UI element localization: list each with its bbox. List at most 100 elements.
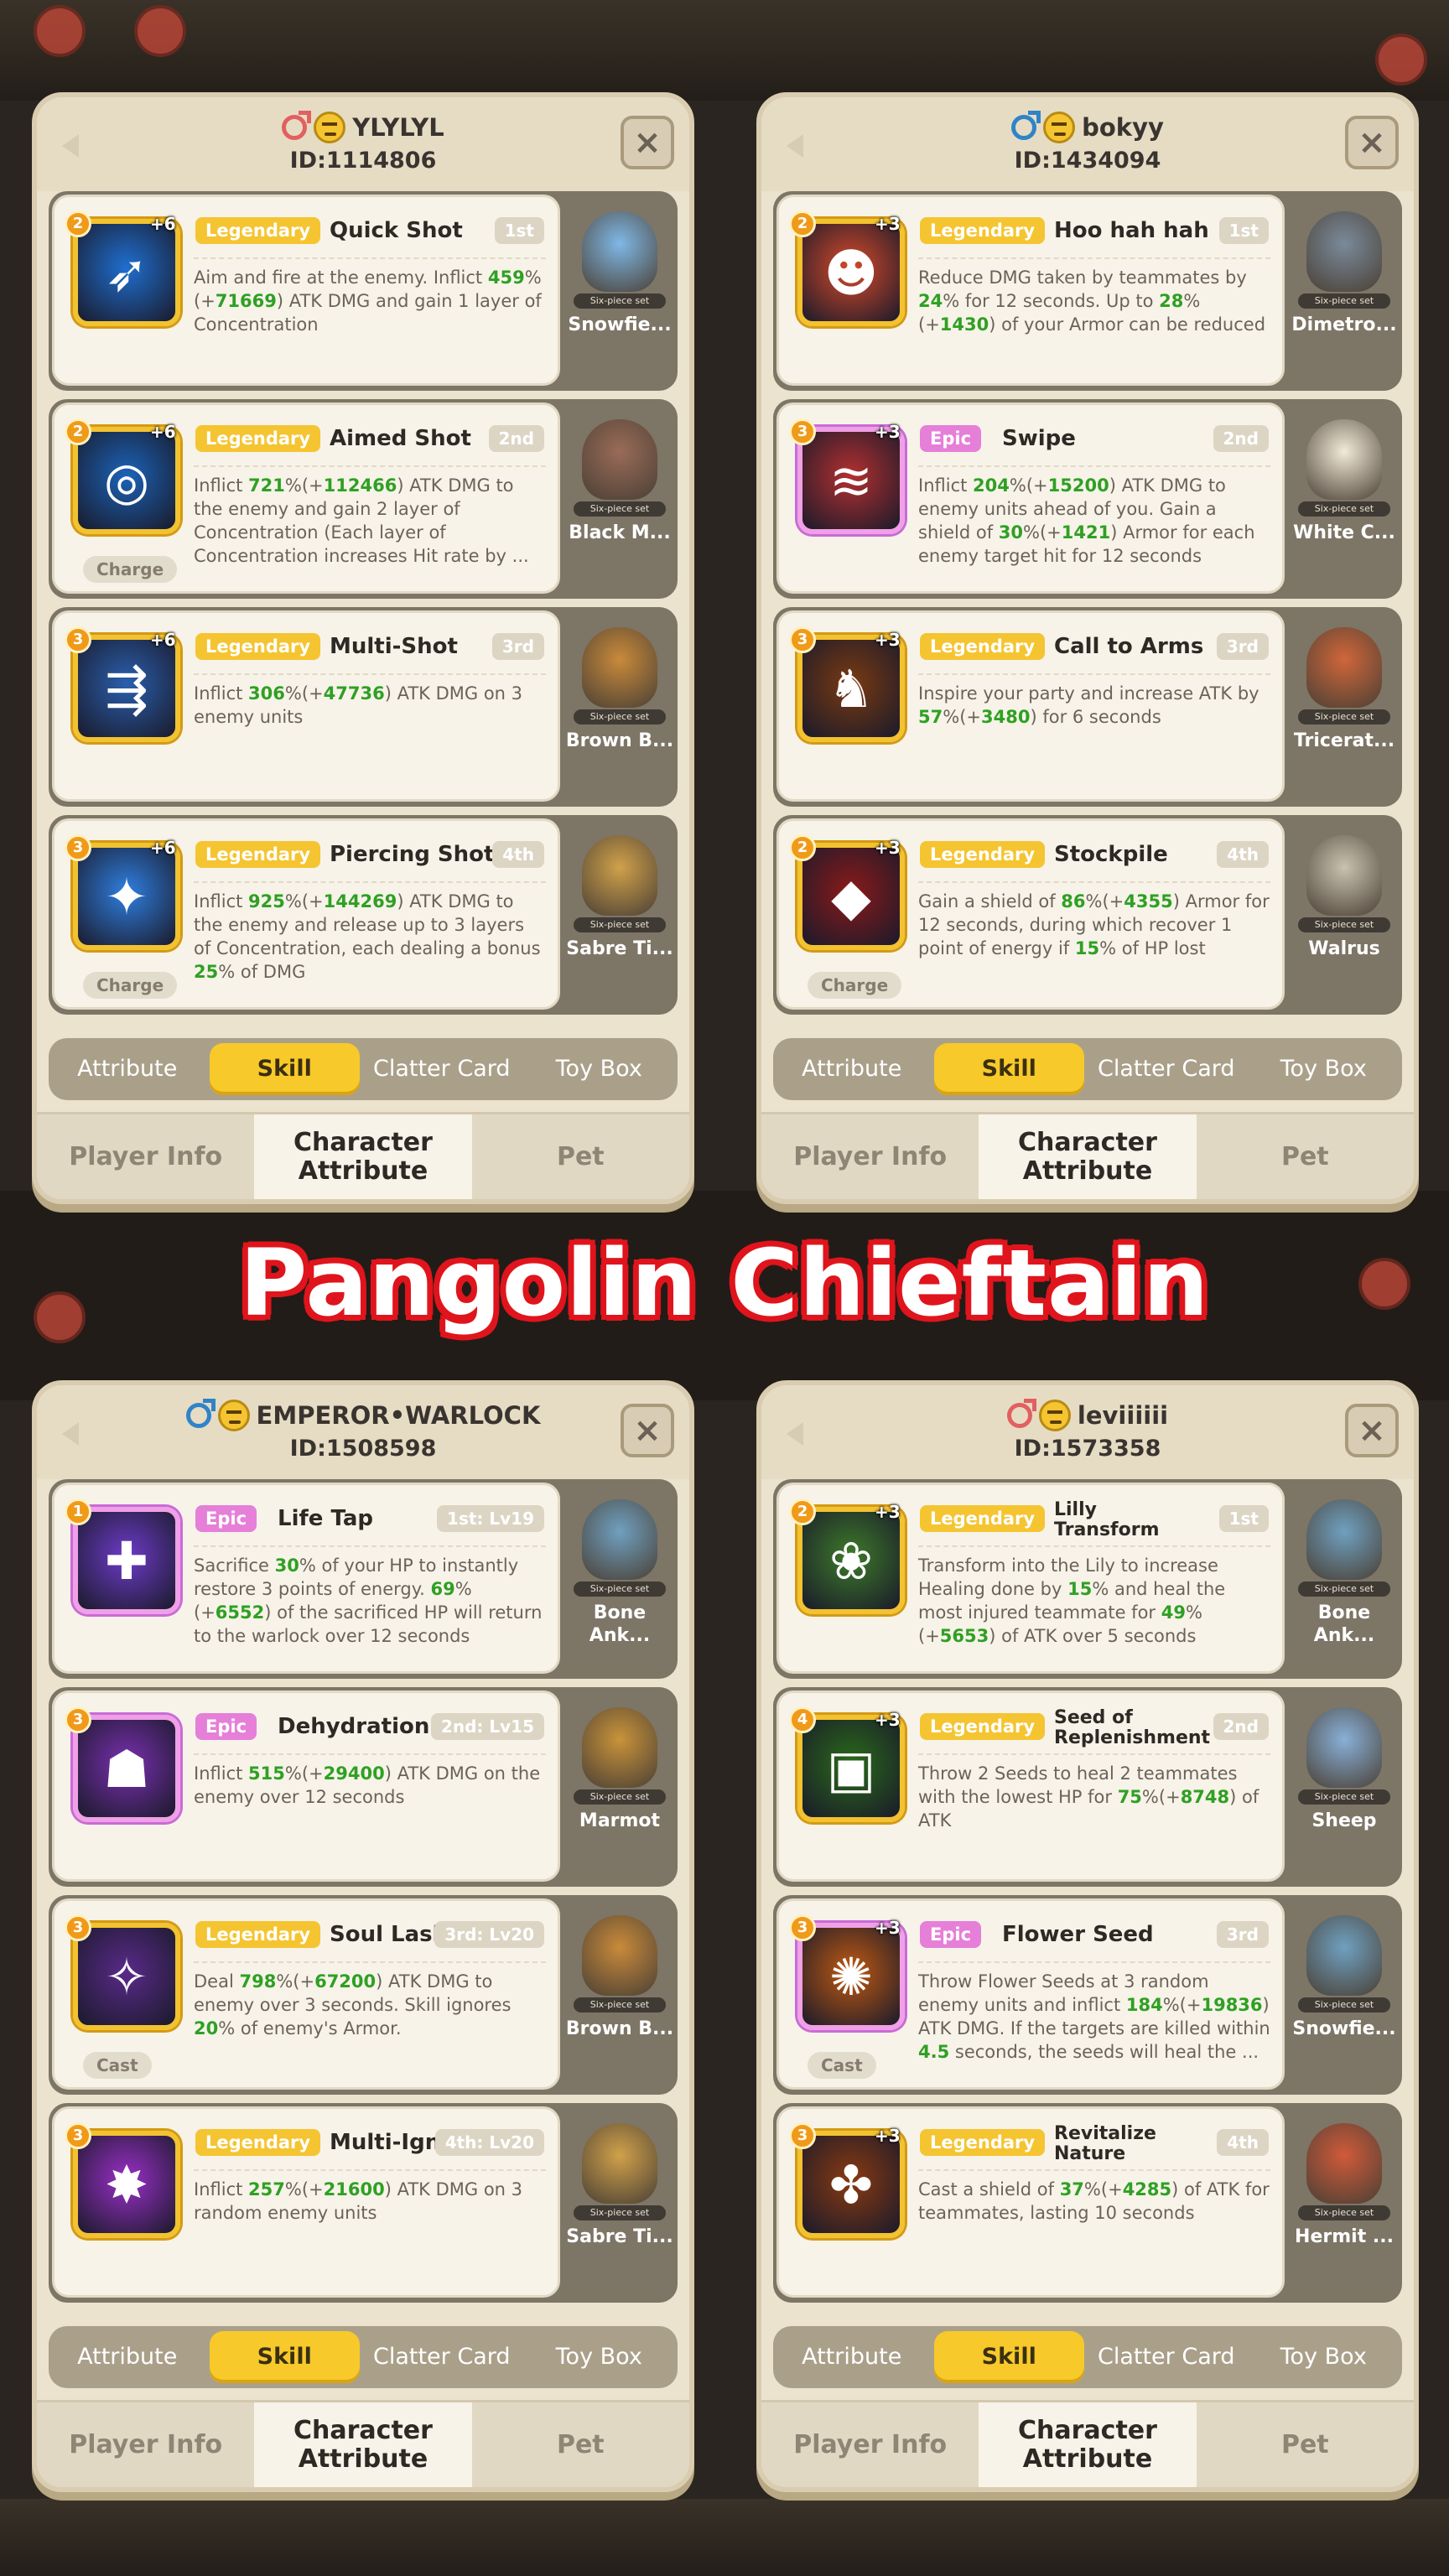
tab-attribute[interactable]: Attribute — [52, 1043, 203, 1095]
pet-slot[interactable]: Six-piece set Black M... — [565, 402, 674, 594]
skill-icon[interactable]: ✧ — [73, 1923, 180, 2030]
skill-row[interactable]: ✦ 3 +6 Charge Legendary Piercing Shot 4th Infli… — [49, 815, 678, 1015]
skill-card[interactable]: ≋ 3 +3 Epic Swipe 2nd Inflict 204%(+15200) ATK… — [776, 402, 1285, 594]
skill-icon[interactable]: ☻ — [797, 219, 905, 326]
skill-upgrade-badge: +3 — [875, 214, 901, 234]
tab-character-attribute[interactable]: Character Attribute — [979, 1112, 1197, 1199]
tab-clatter-card[interactable]: Clatter Card — [366, 1043, 517, 1095]
tab-pet[interactable]: Pet — [1196, 2400, 1414, 2487]
tab-pet[interactable]: Pet — [471, 2400, 689, 2487]
skill-card[interactable]: ☗ 3 Epic Dehydration 2nd: Lv15 Inflict 515%(+… — [52, 1690, 560, 1882]
skill-card[interactable]: ❀ 2 +3 Legendary Lilly Transform 1st Transform… — [776, 1483, 1285, 1674]
skill-card[interactable]: ♞ 3 +3 Legendary Call to Arms 3rd Inspire your… — [776, 610, 1285, 802]
pet-slot[interactable]: Six-piece set Sheep — [1290, 1690, 1399, 1882]
tab-attribute[interactable]: Attribute — [52, 2331, 203, 2383]
close-button[interactable]: × — [1345, 116, 1399, 169]
skill-icon[interactable]: ♞ — [797, 635, 905, 742]
skill-card[interactable]: ✺ 3 +3 Cast Epic Flower Seed 3rd Throw Flower S… — [776, 1898, 1285, 2090]
pet-slot[interactable]: Six-piece set Dimetro... — [1290, 195, 1399, 386]
skill-icon[interactable]: ✤ — [797, 2131, 905, 2238]
tab-clatter-card[interactable]: Clatter Card — [366, 2331, 517, 2383]
pet-slot[interactable]: Six-piece set Marmot — [565, 1690, 674, 1882]
skill-icon[interactable]: ✚ — [73, 1507, 180, 1614]
skill-row[interactable]: ◎ 2 +6 Charge Legendary Aimed Shot 2nd Inflict … — [49, 399, 678, 599]
pet-slot[interactable]: Six-piece set Hermit ... — [1290, 2106, 1399, 2298]
skill-row[interactable]: ✧ 3 Cast Legendary Soul Lash 3rd: Lv20 Deal 79… — [49, 1895, 678, 2095]
skill-card[interactable]: ✧ 3 Cast Legendary Soul Lash 3rd: Lv20 Deal 79… — [52, 1898, 560, 2090]
pet-slot[interactable]: Six-piece set Sabre Ti... — [565, 2106, 674, 2298]
skill-icon[interactable]: ❀ — [797, 1507, 905, 1614]
tab-skill[interactable]: Skill — [933, 1043, 1084, 1095]
pet-slot[interactable]: Six-piece set Tricerat... — [1290, 610, 1399, 802]
tab-pet[interactable]: Pet — [1196, 1112, 1414, 1199]
tab-attribute[interactable]: Attribute — [776, 2331, 927, 2383]
pet-slot[interactable]: Six-piece set Walrus — [1290, 818, 1399, 1010]
skill-icon[interactable]: ☗ — [73, 1715, 180, 1822]
skill-card[interactable]: ✦ 3 +6 Charge Legendary Piercing Shot 4th Infli… — [52, 818, 560, 1010]
tab-toy-box[interactable]: Toy Box — [1249, 2331, 1400, 2383]
skill-row[interactable]: ✤ 3 +3 Legendary Revitalize Nature 4th Cast a … — [773, 2103, 1402, 2303]
pet-slot[interactable]: Six-piece set Sabre Ti... — [565, 818, 674, 1010]
close-button[interactable]: × — [1345, 1404, 1399, 1457]
skill-card[interactable]: ✸ 3 Legendary Multi-Ignition 4th: Lv20 Inflic… — [52, 2106, 560, 2298]
skill-icon[interactable]: ✦ — [73, 843, 180, 950]
tab-character-attribute[interactable]: Character Attribute — [979, 2400, 1197, 2487]
tab-toy-box[interactable]: Toy Box — [524, 2331, 675, 2383]
skill-card[interactable]: ☻ 2 +3 Legendary Hoo hah hah 1st Reduce DMG ta… — [776, 195, 1285, 386]
tab-clatter-card[interactable]: Clatter Card — [1091, 1043, 1242, 1095]
skill-card[interactable]: ◎ 2 +6 Charge Legendary Aimed Shot 2nd Inflict … — [52, 402, 560, 594]
skill-card[interactable]: ✚ 1 Epic Life Tap 1st: Lv19 Sacrifice 30% of … — [52, 1483, 560, 1674]
skill-row[interactable]: ☻ 2 +3 Legendary Hoo hah hah 1st Reduce DMG ta… — [773, 191, 1402, 391]
pet-slot[interactable]: Six-piece set White C... — [1290, 402, 1399, 594]
pet-slot[interactable]: Six-piece set Bone Ank... — [565, 1483, 674, 1674]
emoji-face-icon — [217, 1400, 250, 1431]
tab-toy-box[interactable]: Toy Box — [1249, 1043, 1400, 1095]
close-button[interactable]: × — [621, 116, 674, 169]
close-button[interactable]: × — [621, 1404, 674, 1457]
skill-icon[interactable]: ◎ — [73, 427, 180, 534]
skill-row[interactable]: ✸ 3 Legendary Multi-Ignition 4th: Lv20 Inflic… — [49, 2103, 678, 2303]
skill-row[interactable]: ▣ 4 +3 Legendary Seed of Replenishment 2nd Thr… — [773, 1687, 1402, 1887]
pet-slot[interactable]: Six-piece set Bone Ank... — [1290, 1483, 1399, 1674]
pet-slot[interactable]: Six-piece set Snowfie... — [1290, 1898, 1399, 2090]
pet-slot[interactable]: Six-piece set Brown B... — [565, 1898, 674, 2090]
tab-skill[interactable]: Skill — [933, 2331, 1084, 2383]
skill-row[interactable]: ❀ 2 +3 Legendary Lilly Transform 1st Transform… — [773, 1479, 1402, 1679]
pet-slot[interactable]: Six-piece set Snowfie... — [565, 195, 674, 386]
skill-card[interactable]: ⇶ 3 +6 Legendary Multi-Shot 3rd Inflict 306%(+… — [52, 610, 560, 802]
tab-pet[interactable]: Pet — [471, 1112, 689, 1199]
skill-card[interactable]: ➶ 2 +6 Legendary Quick Shot 1st Aim and fire a… — [52, 195, 560, 386]
skill-icon[interactable]: ⇶ — [73, 635, 180, 742]
skill-row[interactable]: ➶ 2 +6 Legendary Quick Shot 1st Aim and fire a… — [49, 191, 678, 391]
tab-character-attribute[interactable]: Character Attribute — [254, 1112, 472, 1199]
skill-icon[interactable]: ≋ — [797, 427, 905, 534]
pet-name: Sabre Ti... — [566, 938, 673, 959]
tab-player-info[interactable]: Player Info — [761, 1112, 979, 1199]
tab-clatter-card[interactable]: Clatter Card — [1091, 2331, 1242, 2383]
skill-row[interactable]: ✚ 1 Epic Life Tap 1st: Lv19 Sacrifice 30% of … — [49, 1479, 678, 1679]
tab-character-attribute[interactable]: Character Attribute — [254, 2400, 472, 2487]
pet-slot[interactable]: Six-piece set Brown B... — [565, 610, 674, 802]
skill-row[interactable]: ☗ 3 Epic Dehydration 2nd: Lv15 Inflict 515%(+… — [49, 1687, 678, 1887]
skill-row[interactable]: ✺ 3 +3 Cast Epic Flower Seed 3rd Throw Flower S… — [773, 1895, 1402, 2095]
skill-row[interactable]: ◆ 2 +3 Charge Legendary Stockpile 4th Gain a sh… — [773, 815, 1402, 1015]
skill-card[interactable]: ▣ 4 +3 Legendary Seed of Replenishment 2nd Thr… — [776, 1690, 1285, 1882]
skill-row[interactable]: ♞ 3 +3 Legendary Call to Arms 3rd Inspire your… — [773, 607, 1402, 807]
skill-icon[interactable]: ➶ — [73, 219, 180, 326]
tab-toy-box[interactable]: Toy Box — [524, 1043, 675, 1095]
skill-row[interactable]: ⇶ 3 +6 Legendary Multi-Shot 3rd Inflict 306%(+… — [49, 607, 678, 807]
tab-attribute[interactable]: Attribute — [776, 1043, 927, 1095]
skill-card[interactable]: ◆ 2 +3 Charge Legendary Stockpile 4th Gain a sh… — [776, 818, 1285, 1010]
tab-player-info[interactable]: Player Info — [37, 1112, 255, 1199]
tab-player-info[interactable]: Player Info — [761, 2400, 979, 2487]
skill-icon[interactable]: ✺ — [797, 1923, 905, 2030]
skill-card[interactable]: ✤ 3 +3 Legendary Revitalize Nature 4th Cast a … — [776, 2106, 1285, 2298]
skill-icon[interactable]: ▣ — [797, 1715, 905, 1822]
tab-skill[interactable]: Skill — [209, 2331, 360, 2383]
tab-player-info[interactable]: Player Info — [37, 2400, 255, 2487]
tab-skill[interactable]: Skill — [209, 1043, 360, 1095]
skill-icon[interactable]: ✸ — [73, 2131, 180, 2238]
skill-icon[interactable]: ◆ — [797, 843, 905, 950]
skill-row[interactable]: ≋ 3 +3 Epic Swipe 2nd Inflict 204%(+15200) ATK… — [773, 399, 1402, 599]
pet-name: Sabre Ti... — [566, 2226, 673, 2247]
